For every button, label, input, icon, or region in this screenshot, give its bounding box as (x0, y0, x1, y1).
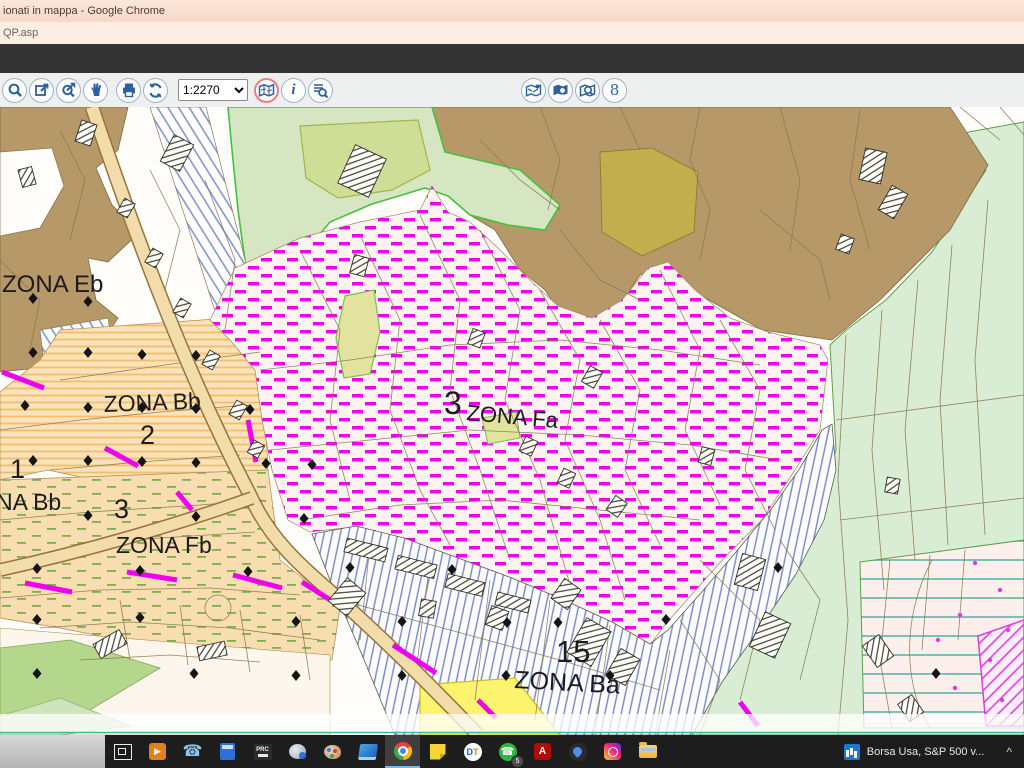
section-8-icon[interactable]: 8 (602, 78, 627, 103)
acrobat-icon[interactable]: A (525, 735, 560, 768)
taskbar-icons: ▶ ☎ PRC DT ☎ 5 A (105, 735, 665, 768)
task-view-icon[interactable] (105, 735, 140, 768)
paint-icon[interactable] (315, 735, 350, 768)
label-zona-bb-partial: NA Bb (0, 489, 61, 515)
zoom-icon[interactable] (2, 78, 27, 103)
file-explorer-icon[interactable] (630, 735, 665, 768)
scale-dropdown[interactable]: 1:2270 (178, 79, 248, 101)
label-num-15: 15 (556, 634, 590, 669)
calculator-icon[interactable] (210, 735, 245, 768)
instagram-icon[interactable] (595, 735, 630, 768)
label-num-3-left: 3 (114, 494, 129, 524)
zoom-extent-icon[interactable] (56, 78, 81, 103)
satellite-icon[interactable] (280, 735, 315, 768)
scale-select[interactable]: 1:2270 (178, 79, 248, 101)
print-icon[interactable] (116, 78, 141, 103)
maps-icon[interactable] (560, 735, 595, 768)
label-zona-fb: ZONA Fb (116, 532, 212, 558)
label-zona-ba: ZONA Ba (514, 666, 621, 699)
sticky-notes-icon[interactable] (420, 735, 455, 768)
window-title: ionati in mappa - Google Chrome (0, 5, 165, 17)
news-headline: Borsa Usa, S&P 500 v... (867, 746, 985, 758)
media-player-icon[interactable]: ▶ (140, 735, 175, 768)
map-toolbar: 1:2270 i 8 (0, 73, 1024, 108)
dt-app-icon[interactable]: DT (455, 735, 490, 768)
stocks-news-icon (844, 744, 860, 760)
phone-icon[interactable]: ☎ (175, 735, 210, 768)
screen: { "window": { "title": "ionati in mappa … (0, 0, 1024, 768)
bottom-overlay-strip (0, 714, 1024, 733)
window-titlebar[interactable]: ionati in mappa - Google Chrome (0, 0, 1024, 22)
label-num-3-center: 3 (444, 385, 462, 421)
whatsapp-badge: 5 (511, 755, 524, 768)
query-search-icon[interactable] (308, 78, 333, 103)
map-person-icon[interactable] (548, 78, 573, 103)
browser-dark-band (0, 44, 1024, 73)
map-canvas[interactable]: ZONA Eb ZONA Bb 2 1 NA Bb 3 ZONA Fb 3 ZO… (0, 107, 1024, 735)
background-window-edge (0, 735, 105, 768)
pan-hand-icon[interactable] (83, 78, 108, 103)
chrome-icon[interactable] (385, 735, 420, 768)
map-measure-icon[interactable] (521, 78, 546, 103)
map-select-icon[interactable] (254, 78, 279, 103)
address-bar[interactable]: QP.asp (0, 22, 1024, 45)
label-num-1: 1 (10, 454, 25, 484)
refresh-icon[interactable] (143, 78, 168, 103)
taskbar: ▶ ☎ PRC DT ☎ 5 A Borsa Usa, S&P 500 v...… (0, 735, 1024, 768)
label-zona-bb-num: 2 (140, 420, 155, 450)
url-text: QP.asp (0, 27, 38, 39)
open-new-window-icon[interactable] (29, 78, 54, 103)
tray-chevron-icon[interactable]: ^ (1006, 745, 1012, 759)
whatsapp-icon[interactable]: ☎ 5 (490, 735, 525, 768)
label-zona-bb: ZONA Bb (103, 388, 201, 417)
laptop-icon[interactable] (350, 735, 385, 768)
info-icon[interactable]: i (281, 78, 306, 103)
news-widget[interactable]: Borsa Usa, S&P 500 v... ^ (844, 735, 1024, 768)
prc-app-icon[interactable]: PRC (245, 735, 280, 768)
label-zona-eb: ZONA Eb (2, 271, 103, 298)
map-locate-icon[interactable] (575, 78, 600, 103)
